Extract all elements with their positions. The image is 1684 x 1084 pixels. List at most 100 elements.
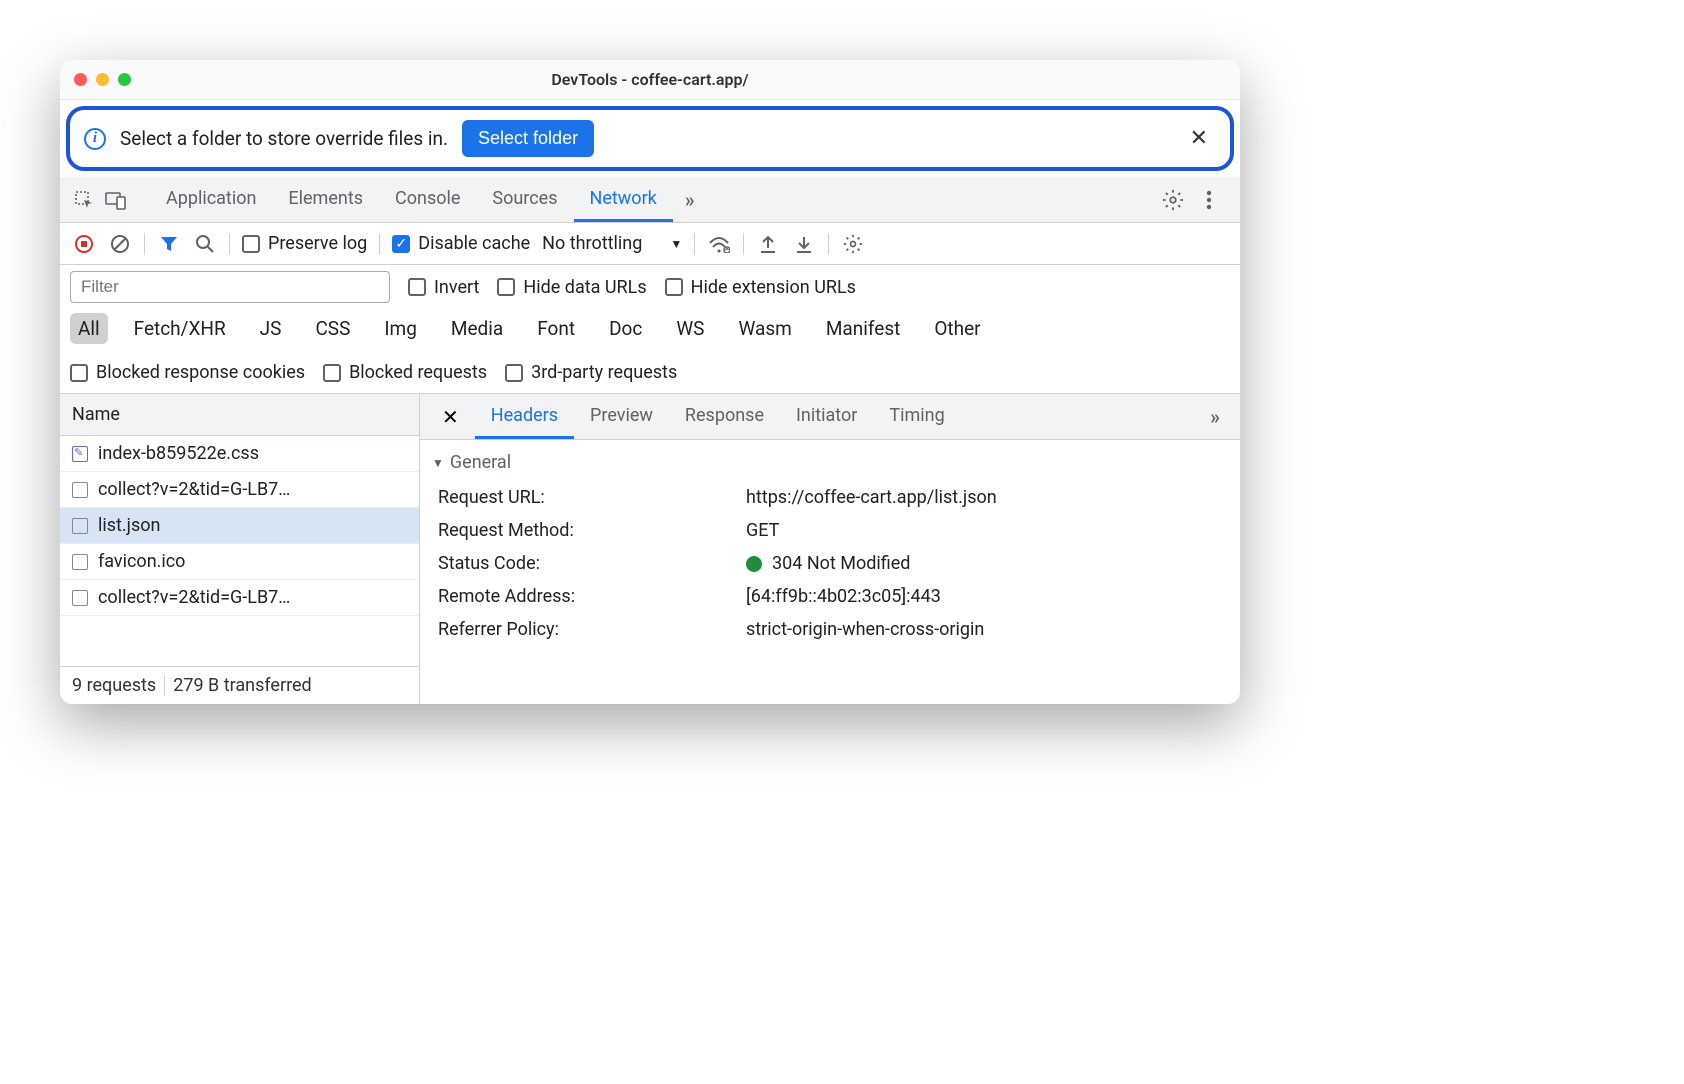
- settings-icon[interactable]: [1160, 187, 1186, 213]
- general-section-header[interactable]: ▼ General: [420, 444, 1240, 481]
- type-filter-wasm[interactable]: Wasm: [730, 313, 799, 344]
- detail-pane: ✕ HeadersPreviewResponseInitiatorTiming …: [420, 394, 1240, 704]
- detail-tabs: ✕ HeadersPreviewResponseInitiatorTiming …: [420, 394, 1240, 440]
- request-name: favicon.ico: [98, 551, 185, 572]
- tab-application[interactable]: Application: [150, 178, 272, 222]
- filter-input[interactable]: [70, 271, 390, 303]
- detail-body: ▼ General Request URL: https://coffee-car…: [420, 440, 1240, 704]
- minimize-window-button[interactable]: [96, 73, 109, 86]
- main-tabs: ApplicationElementsConsoleSourcesNetwork…: [60, 177, 1240, 223]
- tab-elements[interactable]: Elements: [272, 178, 379, 222]
- header-value: 304 Not Modified: [746, 553, 910, 574]
- network-settings-icon[interactable]: [841, 232, 865, 256]
- close-window-button[interactable]: [74, 73, 87, 86]
- inspect-element-icon[interactable]: [70, 186, 98, 214]
- disable-cache-checkbox[interactable]: ✓ Disable cache: [392, 233, 530, 254]
- info-icon: i: [84, 128, 106, 150]
- header-value: GET: [746, 520, 779, 541]
- request-row[interactable]: collect?v=2&tid=G-LB7…: [60, 472, 419, 508]
- hide-data-urls-checkbox[interactable]: Hide data URLs: [497, 277, 646, 298]
- preserve-log-checkbox[interactable]: Preserve log: [242, 233, 367, 254]
- document-icon: [72, 518, 88, 534]
- request-row[interactable]: collect?v=2&tid=G-LB7…: [60, 580, 419, 616]
- request-row[interactable]: favicon.ico: [60, 544, 419, 580]
- override-infobar: i Select a folder to store override file…: [66, 106, 1234, 171]
- filter-row-2: All Fetch/XHR JS CSS Img Media Font Doc WS Wasm Ma…: [60, 309, 1240, 394]
- type-filter-img[interactable]: Img: [376, 313, 425, 344]
- transferred-size: 279 B transferred: [173, 675, 311, 696]
- header-value: strict-origin-when-cross-origin: [746, 619, 984, 640]
- devtools-window: DevTools - coffee-cart.app/ i Select a f…: [60, 60, 1240, 704]
- detail-tab-preview[interactable]: Preview: [574, 395, 669, 439]
- more-detail-tabs-icon[interactable]: »: [1202, 397, 1228, 437]
- type-filter-css[interactable]: CSS: [307, 313, 358, 344]
- network-conditions-icon[interactable]: [707, 232, 731, 256]
- titlebar: DevTools - coffee-cart.app/: [60, 60, 1240, 100]
- type-filter-other[interactable]: Other: [926, 313, 988, 344]
- status-dot-icon: [746, 556, 762, 572]
- request-row[interactable]: list.json: [60, 508, 419, 544]
- close-detail-button[interactable]: ✕: [432, 399, 469, 435]
- filter-toggle-icon[interactable]: [157, 232, 181, 256]
- zoom-window-button[interactable]: [118, 73, 131, 86]
- header-key: Remote Address:: [438, 586, 738, 607]
- hide-extension-urls-checkbox[interactable]: Hide extension URLs: [665, 277, 856, 298]
- traffic-lights: [74, 73, 131, 86]
- select-folder-button[interactable]: Select folder: [462, 120, 594, 157]
- type-filter-fetchxhr[interactable]: Fetch/XHR: [126, 313, 234, 344]
- tab-console[interactable]: Console: [379, 178, 476, 222]
- blocked-requests-checkbox[interactable]: Blocked requests: [323, 362, 487, 383]
- blocked-cookies-checkbox[interactable]: Blocked response cookies: [70, 362, 305, 383]
- detail-tab-timing[interactable]: Timing: [873, 395, 960, 439]
- detail-tab-response[interactable]: Response: [669, 395, 780, 439]
- device-toggle-icon[interactable]: [102, 186, 130, 214]
- filter-row-1: Invert Hide data URLs Hide extension URL…: [60, 265, 1240, 309]
- throttling-select[interactable]: No throttling ▼: [542, 233, 682, 254]
- search-icon[interactable]: [193, 232, 217, 256]
- throttling-value: No throttling: [542, 233, 642, 254]
- header-row: Request URL: https://coffee-cart.app/list…: [420, 481, 1240, 514]
- request-name: collect?v=2&tid=G-LB7…: [98, 587, 290, 608]
- infobar-close-button[interactable]: ✕: [1182, 126, 1216, 151]
- window-title: DevTools - coffee-cart.app/: [551, 70, 748, 89]
- type-filter-manifest[interactable]: Manifest: [818, 313, 909, 344]
- network-toolbar: Preserve log ✓ Disable cache No throttli…: [60, 223, 1240, 265]
- type-filter-ws[interactable]: WS: [668, 313, 712, 344]
- invert-checkbox[interactable]: Invert: [408, 277, 479, 298]
- split-view: Name index-b859522e.css collect?v=2&tid=G…: [60, 394, 1240, 704]
- type-filter-font[interactable]: Font: [529, 313, 583, 344]
- requests-count: 9 requests: [72, 675, 156, 696]
- type-filter-media[interactable]: Media: [443, 313, 511, 344]
- document-icon: [72, 482, 88, 498]
- more-tabs-icon[interactable]: »: [677, 180, 703, 220]
- kebab-menu-icon[interactable]: [1196, 187, 1222, 213]
- header-value: https://coffee-cart.app/list.json: [746, 487, 997, 508]
- detail-tab-initiator[interactable]: Initiator: [780, 395, 873, 439]
- request-name: collect?v=2&tid=G-LB7…: [98, 479, 290, 500]
- header-key: Status Code:: [438, 553, 738, 574]
- requests-pane: Name index-b859522e.css collect?v=2&tid=G…: [60, 394, 420, 704]
- tab-sources[interactable]: Sources: [476, 178, 573, 222]
- request-name: list.json: [98, 515, 160, 536]
- header-key: Request URL:: [438, 487, 738, 508]
- document-icon: [72, 554, 88, 570]
- triangle-down-icon: ▼: [432, 456, 444, 470]
- request-name: index-b859522e.css: [98, 443, 259, 464]
- clear-button[interactable]: [108, 232, 132, 256]
- general-label: General: [450, 452, 511, 473]
- third-party-checkbox[interactable]: 3rd-party requests: [505, 362, 677, 383]
- record-button[interactable]: [72, 232, 96, 256]
- header-row: Referrer Policy:strict-origin-when-cross…: [420, 613, 1240, 646]
- upload-har-icon[interactable]: [756, 232, 780, 256]
- download-har-icon[interactable]: [792, 232, 816, 256]
- header-row: Request Method:GET: [420, 514, 1240, 547]
- type-filter-all[interactable]: All: [70, 313, 108, 344]
- requests-name-header[interactable]: Name: [60, 394, 419, 436]
- type-filter-js[interactable]: JS: [252, 313, 290, 344]
- type-filter-doc[interactable]: Doc: [601, 313, 650, 344]
- preserve-log-label: Preserve log: [268, 233, 367, 254]
- detail-tab-headers[interactable]: Headers: [475, 395, 574, 439]
- header-value: [64:ff9b::4b02:3c05]:443: [746, 586, 941, 607]
- request-row[interactable]: index-b859522e.css: [60, 436, 419, 472]
- tab-network[interactable]: Network: [574, 178, 673, 222]
